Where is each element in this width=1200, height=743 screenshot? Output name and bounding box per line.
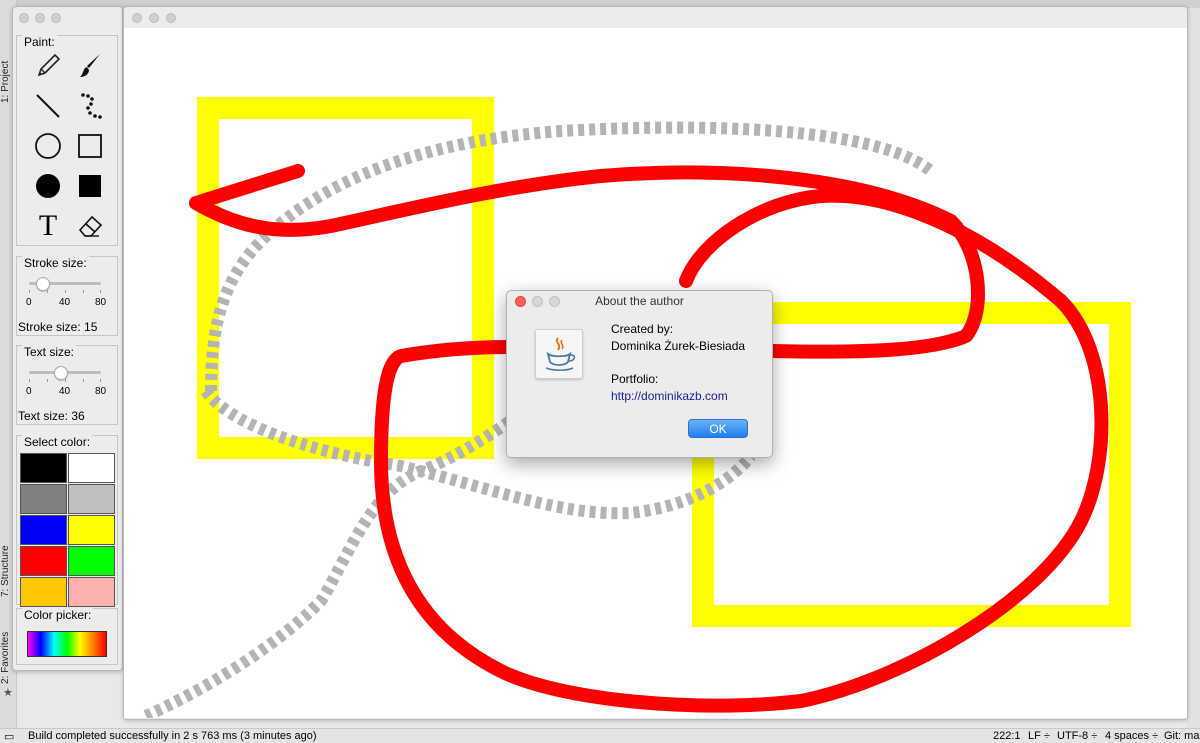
drawing-zoom-button[interactable] [166, 13, 176, 23]
color-picker-group: Color picker: [16, 608, 118, 665]
stroke-tick-40: 40 [59, 297, 71, 308]
circle-outline-icon [35, 133, 61, 159]
status-panel-icon[interactable]: ▭ [4, 730, 14, 743]
color-swatch[interactable] [20, 577, 67, 607]
rectangle-outline-tool[interactable] [71, 128, 109, 164]
pencil-tool[interactable] [29, 48, 67, 84]
text-icon: T [38, 209, 58, 242]
text-size-slider-knob[interactable] [54, 366, 69, 380]
color-swatch[interactable] [20, 453, 67, 483]
stroke-tick-80: 80 [95, 297, 107, 308]
encoding-selector[interactable]: UTF-8 ÷ [1057, 730, 1097, 742]
text-size-label: Text size: [22, 345, 77, 359]
pencil-icon [37, 53, 61, 77]
circle-filled-icon [36, 174, 60, 198]
build-status-message: Build completed successfully in 2 s 763 … [28, 730, 317, 742]
line-icon [36, 94, 60, 118]
about-dialog: About the author Created by: Dominika Żu… [506, 290, 773, 458]
paint-palette-window: Paint: T Stroke size: 0 40 80 Stroke siz… [12, 6, 123, 671]
color-picker-gradient[interactable] [27, 631, 107, 657]
drawing-titlebar [124, 7, 1187, 29]
indent-selector[interactable]: 4 spaces ÷ [1105, 730, 1158, 742]
text-size-group: Text size: 0 40 80 Text size: 36 [16, 345, 118, 425]
ide-status-bar: ▭ Build completed successfully in 2 s 76… [0, 728, 1200, 743]
stroke-size-value: Stroke size: 15 [18, 320, 98, 334]
circle-outline-tool[interactable] [29, 128, 67, 164]
text-size-value: Text size: 36 [18, 409, 85, 423]
line-tool[interactable] [29, 88, 67, 124]
drawing-close-button[interactable] [132, 13, 142, 23]
author-name: Dominika Żurek-Biesiada [611, 339, 746, 353]
dotted-line-tool[interactable] [71, 88, 109, 124]
dotted-line-icon [81, 93, 102, 119]
color-picker-label: Color picker: [22, 608, 94, 622]
text-tick-40: 40 [59, 386, 71, 397]
ok-button[interactable]: OK [688, 419, 748, 438]
text-tick-80: 80 [95, 386, 107, 397]
dialog-title: About the author [595, 294, 684, 308]
created-by-label: Created by: [611, 322, 674, 336]
yellow-rectangle-1 [197, 97, 494, 459]
java-icon [535, 329, 583, 379]
brush-icon [80, 54, 100, 77]
stroke-size-label: Stroke size: [22, 256, 89, 270]
color-swatch[interactable] [68, 453, 115, 483]
text-tool[interactable]: T [29, 208, 67, 244]
color-swatch[interactable] [20, 515, 67, 545]
stroke-size-slider-knob[interactable] [35, 277, 50, 291]
ide-editor-edge [1187, 8, 1200, 728]
select-color-label: Select color: [22, 435, 93, 449]
rectangle-filled-tool[interactable] [71, 168, 109, 204]
text-size-ticks [29, 379, 101, 383]
paint-tools-group: Paint: T [16, 35, 118, 246]
portfolio-label: Portfolio: [611, 372, 659, 386]
color-swatch[interactable] [20, 546, 67, 576]
color-swatch[interactable] [68, 484, 115, 514]
stroke-size-group: Stroke size: 0 40 80 Stroke size: 15 [16, 256, 118, 336]
close-button[interactable] [19, 13, 29, 23]
minimize-button[interactable] [35, 13, 45, 23]
rectangle-outline-icon [78, 134, 102, 158]
star-icon: ★ [3, 687, 13, 699]
eraser-icon [78, 215, 103, 237]
portfolio-link[interactable]: http://dominikazb.com [611, 389, 728, 403]
stroke-tick-0: 0 [26, 297, 32, 308]
circle-filled-tool[interactable] [29, 168, 67, 204]
drawing-minimize-button[interactable] [149, 13, 159, 23]
text-tick-0: 0 [26, 386, 32, 397]
color-swatch[interactable] [20, 484, 67, 514]
zoom-button[interactable] [51, 13, 61, 23]
line-ending-selector[interactable]: LF ÷ [1028, 730, 1050, 742]
stroke-size-ticks [29, 290, 101, 294]
cursor-position[interactable]: 222:1 [993, 730, 1021, 742]
rectangle-filled-icon [79, 175, 101, 197]
color-swatch[interactable] [68, 577, 115, 607]
git-branch[interactable]: Git: ma [1164, 730, 1199, 742]
color-swatch[interactable] [68, 515, 115, 545]
eraser-tool[interactable] [71, 208, 109, 244]
brush-tool[interactable] [71, 48, 109, 84]
palette-titlebar [13, 7, 122, 29]
color-swatch[interactable] [68, 546, 115, 576]
paint-label: Paint: [22, 35, 57, 49]
select-color-group: Select color: [16, 435, 118, 607]
